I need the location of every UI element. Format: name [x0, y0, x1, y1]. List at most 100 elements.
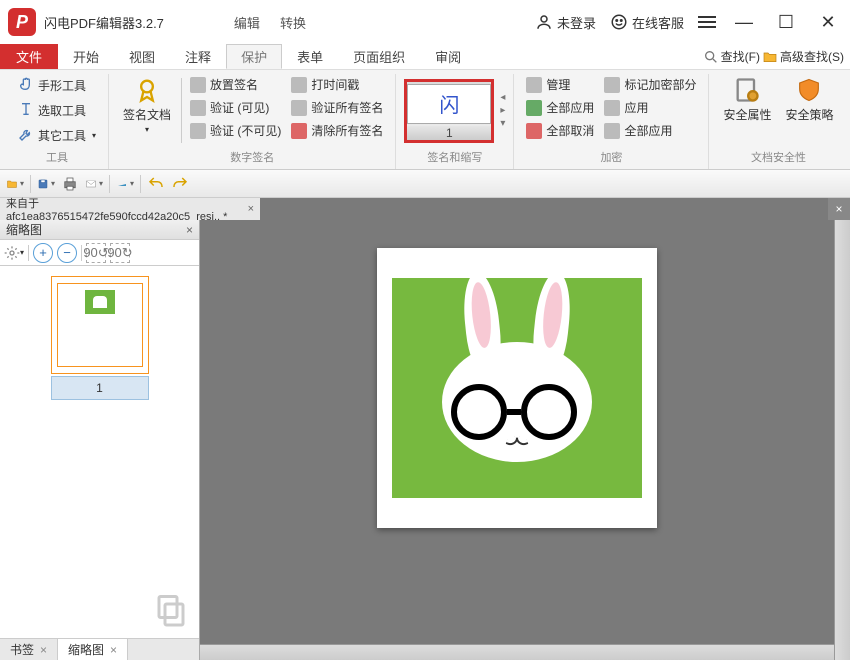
horizontal-scrollbar[interactable]	[200, 644, 834, 660]
close-icon[interactable]: ×	[110, 643, 117, 657]
hand-tool[interactable]: 手形工具	[14, 74, 100, 97]
title-mode-tabs: 编辑 转换	[224, 9, 316, 36]
find-label: 查找(F)	[721, 48, 760, 65]
place-signature[interactable]: 放置签名	[186, 74, 285, 95]
workspace: 缩略图 × ▾ + − 90↺ 90↻ 1 书签× 缩略图×	[0, 220, 850, 660]
hamburger-icon	[698, 16, 716, 28]
mail-button[interactable]	[85, 175, 103, 193]
sign-doc-button[interactable]: 签名文档 ▾	[117, 74, 177, 136]
title-right: 未登录 在线客服 — ☐ ✕	[535, 8, 842, 36]
apply-all-2[interactable]: 全部应用	[600, 120, 700, 141]
security-policy[interactable]: 安全策略	[779, 74, 839, 125]
clock-icon	[291, 77, 307, 93]
menu-page-org[interactable]: 页面组织	[338, 44, 420, 69]
tab-thumbnails[interactable]: 缩略图×	[58, 639, 128, 660]
apply-all-1[interactable]: 全部应用	[522, 97, 598, 118]
panel-options[interactable]: ▾	[4, 243, 24, 263]
save-button[interactable]	[37, 175, 55, 193]
menu-annotate[interactable]: 注释	[170, 44, 226, 69]
apply-all-icon	[604, 123, 620, 139]
login-button[interactable]: 未登录	[535, 13, 596, 32]
sig-next-icon[interactable]: ▸	[500, 105, 505, 116]
close-icon[interactable]: ×	[40, 643, 47, 657]
minimize-button[interactable]: —	[730, 8, 758, 36]
select-tool[interactable]: 选取工具	[14, 99, 100, 122]
verify-invisible[interactable]: 验证 (不可见)	[186, 120, 285, 141]
shield-icon	[795, 76, 823, 104]
mode-edit-tab[interactable]: 编辑	[224, 9, 270, 36]
verify-off-icon	[190, 123, 206, 139]
zoom-in-button[interactable]: +	[33, 243, 53, 263]
find-button[interactable]: 查找(F)	[703, 48, 760, 65]
adv-find-button[interactable]: 高级查找(S)	[762, 48, 844, 65]
canvas-viewport[interactable]	[200, 220, 834, 660]
verify-all[interactable]: 验证所有签名	[287, 97, 387, 118]
menu-view[interactable]: 视图	[114, 44, 170, 69]
doc-lock-icon	[733, 76, 761, 104]
ribbon-group-docsec: 安全属性 安全策略 文档安全性	[709, 74, 847, 169]
user-icon	[535, 13, 553, 31]
redo-button[interactable]	[171, 175, 189, 193]
support-button[interactable]: 在线客服	[610, 13, 684, 32]
group-label-signature: 数字签名	[117, 147, 387, 169]
document-tabs: 来自于afc1ea8376515472fe590fccd42a20c5_resi…	[0, 198, 850, 220]
menu-protect[interactable]: 保护	[226, 44, 282, 69]
copy-pages-icon	[151, 590, 191, 630]
zoom-out-button[interactable]: −	[57, 243, 77, 263]
sig-prev-icon[interactable]: ◂	[500, 92, 505, 103]
ribbon-group-signature: 签名文档 ▾ 放置签名 验证 (可见) 验证 (不可见) 打时间戳 验证所有签名…	[109, 74, 396, 169]
verify-visible[interactable]: 验证 (可见)	[186, 97, 285, 118]
cancel-all[interactable]: 全部取消	[522, 120, 598, 141]
adv-find-label: 高级查找(S)	[780, 48, 844, 65]
apply-encrypt[interactable]: 应用	[600, 97, 700, 118]
place-sign-icon	[190, 77, 206, 93]
signature-number: 1	[407, 126, 491, 140]
bunny-graphic	[437, 298, 597, 478]
mark-encrypt[interactable]: 标记加密部分	[600, 74, 700, 95]
app-title: 闪电PDF编辑器3.2.7	[44, 13, 164, 32]
menu-file[interactable]: 文件	[0, 44, 58, 69]
app-icon: P	[8, 8, 36, 36]
ribbon-group-encrypt: 管理 全部应用 全部取消 标记加密部分 应用 全部应用 加密	[514, 74, 709, 169]
security-attrs[interactable]: 安全属性	[717, 74, 777, 125]
clear-all-sig[interactable]: 清除所有签名	[287, 120, 387, 141]
ribbon: 手形工具 选取工具 其它工具▾ 工具 签名文档 ▾ 放置签名 验证 (可见) 验…	[0, 70, 850, 170]
menu-bar: 文件 开始 视图 注释 保护 表单 页面组织 审阅 查找(F) 高级查找(S)	[0, 44, 850, 70]
rotate-cw-button[interactable]: 90↻	[110, 243, 130, 263]
print-button[interactable]	[61, 175, 79, 193]
thumbnail-page	[51, 276, 149, 374]
undo-button[interactable]	[147, 175, 165, 193]
close-button[interactable]: ✕	[814, 8, 842, 36]
chevron-down-icon[interactable]: ▾	[500, 118, 505, 129]
check-icon	[526, 100, 542, 116]
mode-convert-tab[interactable]: 转换	[270, 9, 316, 36]
scan-button[interactable]	[116, 175, 134, 193]
title-bar: P 闪电PDF编辑器3.2.7 编辑 转换 未登录 在线客服 — ☐ ✕	[0, 0, 850, 44]
menu-button[interactable]	[698, 16, 716, 28]
maximize-button[interactable]: ☐	[772, 8, 800, 36]
tab-close-icon[interactable]: ×	[248, 203, 254, 215]
thumbnail-graphic	[85, 290, 115, 314]
open-button[interactable]	[6, 175, 24, 193]
rotate-ccw-button[interactable]: 90↺	[86, 243, 106, 263]
other-tools[interactable]: 其它工具▾	[14, 124, 100, 147]
menu-start[interactable]: 开始	[58, 44, 114, 69]
menu-review[interactable]: 审阅	[420, 44, 476, 69]
menu-form[interactable]: 表单	[282, 44, 338, 69]
apply-icon	[604, 100, 620, 116]
tab-bookmarks[interactable]: 书签×	[0, 639, 58, 660]
ribbon-group-tools: 手形工具 选取工具 其它工具▾ 工具	[6, 74, 109, 169]
panel-close-icon[interactable]: ×	[186, 223, 193, 237]
tabs-close-all[interactable]: ×	[828, 198, 850, 220]
timestamp[interactable]: 打时间戳	[287, 74, 387, 95]
vertical-scrollbar[interactable]	[834, 220, 850, 660]
find-icon	[703, 49, 719, 65]
clear-icon	[291, 123, 307, 139]
manage-encrypt[interactable]: 管理	[522, 74, 598, 95]
signature-preview[interactable]: 闪 1	[404, 79, 494, 143]
cancel-icon	[526, 123, 542, 139]
group-label-tools: 工具	[14, 147, 100, 169]
thumbnail-item[interactable]: 1	[51, 276, 149, 400]
support-label: 在线客服	[632, 13, 684, 32]
document-tab[interactable]: 来自于afc1ea8376515472fe590fccd42a20c5_resi…	[0, 198, 260, 220]
